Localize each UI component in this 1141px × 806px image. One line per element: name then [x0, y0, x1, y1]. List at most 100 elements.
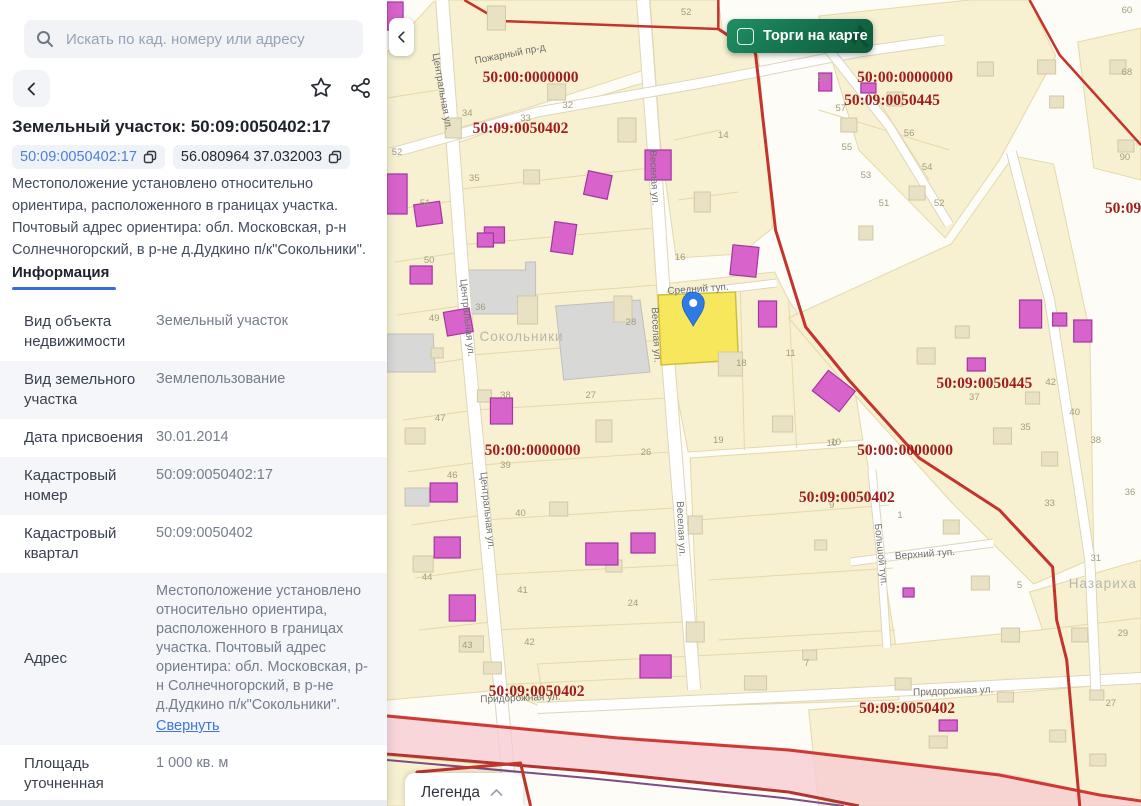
back-button[interactable] — [13, 70, 50, 107]
registered-building — [387, 173, 408, 215]
building — [1089, 689, 1105, 701]
coordinates-chip-label: 56.080964 37.032003 — [180, 149, 323, 165]
info-row-value: Местоположение установлено относительно … — [156, 583, 368, 736]
info-row-label: Дата присвоения — [24, 429, 143, 446]
info-row: Кадастровый номер 50:09:0050402:17 — [0, 457, 387, 515]
parcel-number-label: 10 — [826, 438, 837, 449]
cadastral-quarter-label: 50:09:0050445 — [844, 92, 940, 109]
info-row-value: 50:09:0050402:17 — [156, 467, 273, 483]
search-icon — [37, 31, 53, 47]
building — [404, 427, 426, 445]
search-input[interactable] — [64, 29, 351, 49]
parcel-number-label: 18 — [736, 358, 747, 369]
info-row-value: 1 000 кв. м — [156, 755, 229, 771]
building — [476, 389, 492, 403]
parcel-number-label: 46 — [447, 470, 458, 481]
parcel-number-label: 36 — [475, 302, 486, 313]
parcel-number-label: 43 — [462, 640, 473, 651]
location-description: Местоположение установлено относительно … — [12, 176, 366, 259]
info-row: Площадь уточненная 1 000 кв. м — [0, 745, 387, 803]
building — [687, 515, 703, 535]
building — [1089, 753, 1107, 767]
building — [595, 419, 613, 443]
search-bar[interactable] — [24, 20, 363, 58]
building — [858, 225, 874, 241]
parcel-number-label: 37 — [969, 392, 980, 403]
favorite-button[interactable] — [306, 73, 336, 103]
cadastral-map-svg[interactable]: 5234 333551504947464443363839404142272628… — [387, 0, 1141, 806]
info-row: Кадастровый квартал 50:09:0050402 — [0, 515, 387, 573]
building — [1071, 627, 1089, 643]
copy-icon[interactable] — [143, 150, 157, 164]
parcel-number-label: 39 — [500, 460, 511, 471]
parcel-number-label: 55 — [842, 142, 853, 153]
cadastral-number-chip[interactable]: 50:09:0050402:17 — [12, 145, 165, 169]
building — [412, 555, 434, 573]
coordinates-chip[interactable]: 56.080964 37.032003 — [172, 145, 351, 169]
cadastral-quarter-label: 50:09:0050445 — [936, 375, 1032, 392]
registered-building — [757, 300, 778, 328]
sidebar-collapse-button[interactable] — [389, 18, 414, 56]
cadastral-quarter-label: 50:09:0050402 — [1105, 200, 1141, 217]
parcel-number-label: 38 — [1091, 435, 1102, 446]
registered-building — [938, 719, 958, 732]
registered-building — [448, 594, 476, 622]
parcel-number-label: 33 — [1044, 498, 1055, 509]
parcel-number-label: 56 — [904, 128, 915, 139]
building — [916, 347, 936, 365]
info-row: Адрес Местоположение установлено относите… — [0, 573, 387, 745]
building — [693, 191, 711, 213]
parcel-number-label: 14 — [718, 130, 729, 141]
info-row-value: 50:09:0050402 — [156, 525, 253, 541]
torgi-checkbox[interactable] — [737, 27, 754, 45]
parcel-number-label: 52 — [681, 7, 692, 18]
chevron-left-icon — [397, 31, 405, 43]
cadastral-quarter-label: 50:00:0000000 — [485, 442, 581, 459]
building — [976, 61, 994, 77]
registered-building — [639, 654, 672, 679]
building — [840, 117, 858, 133]
share-button[interactable] — [346, 73, 376, 103]
info-row-label: Кадастровый номер — [24, 467, 117, 504]
building — [1041, 451, 1059, 467]
registered-building — [585, 542, 619, 566]
parcel-number-label: 52 — [392, 147, 403, 158]
building — [486, 5, 506, 31]
parcel-number-label: 32 — [562, 100, 573, 111]
collapse-address-link[interactable]: Свернуть — [156, 717, 220, 736]
parcel-number-label: 24 — [628, 598, 639, 609]
legend-label: Легенда — [421, 783, 480, 801]
parcel-number-label: 40 — [1069, 407, 1080, 418]
parcel-number-label: 49 — [429, 313, 440, 324]
registered-building — [1018, 299, 1043, 329]
building — [685, 621, 705, 643]
chevron-left-icon — [27, 82, 35, 95]
parcel-number-label: 11 — [786, 348, 796, 359]
cadastral-quarter-label: 50:09:0050402 — [489, 683, 585, 700]
building — [430, 347, 444, 359]
cadastral-number-chip-label: 50:09:0050402:17 — [20, 149, 137, 165]
tab-information[interactable]: Информация — [12, 264, 109, 281]
copy-icon[interactable] — [328, 150, 342, 164]
cadastral-quarter-label: 50:09:0050402 — [859, 700, 955, 717]
building — [743, 675, 768, 691]
registered-building — [582, 170, 613, 200]
torgi-on-map-button[interactable]: Торги на карте — [727, 19, 873, 53]
building — [814, 539, 828, 551]
parcel-number-label: 51 — [879, 198, 890, 209]
parcel-number-label: 41 — [517, 585, 528, 596]
info-row-value: Земельный участок — [156, 313, 288, 329]
legend-panel[interactable]: Легенда — [405, 773, 523, 806]
info-row-label: Вид объекта недвижимости — [24, 313, 126, 350]
parcel-number-label: 19 — [713, 435, 724, 446]
parcel-number-label: 31 — [1091, 553, 1102, 564]
info-row-label: Кадастровый квартал — [24, 525, 117, 562]
parcel-number-label: 42 — [524, 637, 535, 648]
registered-building — [729, 244, 760, 278]
building — [547, 83, 567, 101]
building — [970, 575, 990, 591]
building — [954, 325, 970, 339]
chevron-up-icon — [490, 789, 503, 796]
map-canvas[interactable]: 52 34 33 35 51 50 49 47 46 44 43 36 38 39 40 41 42 27 26 28… — [387, 0, 1141, 806]
star-icon — [310, 77, 332, 97]
